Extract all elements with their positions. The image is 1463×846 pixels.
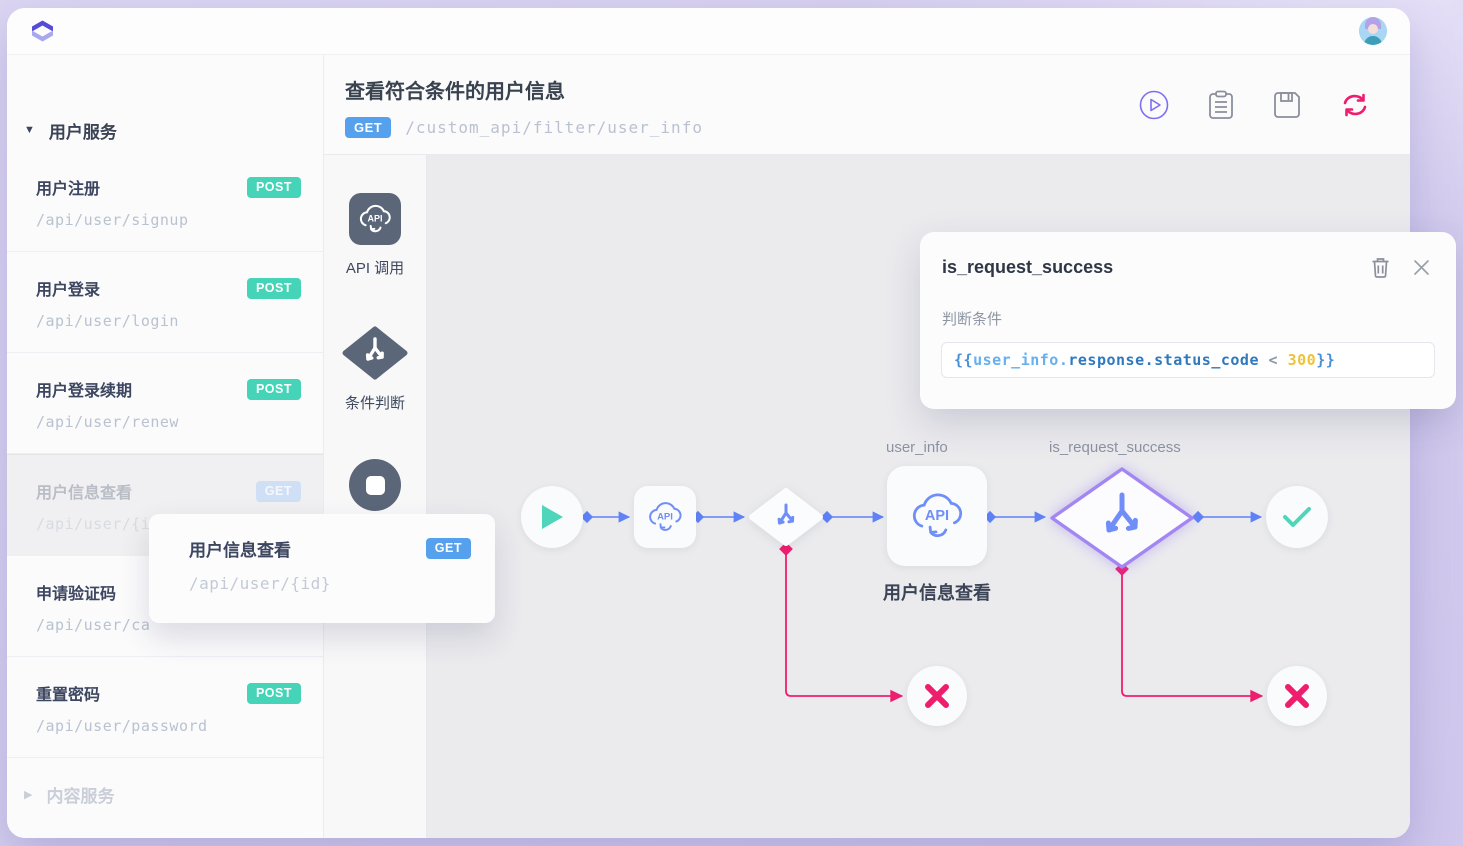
palette-condition-label: 条件判断 [345, 392, 405, 413]
item-path: /api/user/signup [36, 211, 301, 229]
branch-diamond-icon [342, 326, 408, 380]
x-icon [1284, 683, 1310, 709]
stop-square-icon [366, 476, 385, 495]
condition-label: 判断条件 [942, 308, 1002, 329]
api-node-ref-label: user_info [886, 439, 948, 456]
fail-end-node-1[interactable] [907, 666, 967, 726]
cloud-api-icon: API [645, 498, 685, 536]
endpoint-path: /custom_api/filter/user_info [405, 118, 703, 137]
item-title: 用户登录 [36, 276, 100, 300]
sidebar-item-login[interactable]: 用户登录 POST /api/user/login [7, 252, 323, 353]
ghost-title: 用户信息查看 [189, 536, 291, 561]
floppy-disk-icon [1273, 91, 1301, 119]
api-sidebar: ▼ 用户服务 用户注册 POST /api/user/signup 用户登录 P… [7, 55, 324, 838]
item-title: 用户注册 [36, 175, 100, 199]
refresh-icon [1340, 92, 1370, 118]
fail-end-node-2[interactable] [1267, 666, 1327, 726]
is-request-success-node[interactable] [1048, 465, 1196, 576]
edge-condition1-fail [786, 549, 902, 696]
x-icon [924, 683, 950, 709]
close-icon [1413, 259, 1430, 276]
ghost-path: /api/user/{id} [189, 574, 471, 593]
ghost-method-badge: GET [426, 538, 471, 559]
api-node-title: 用户信息查看 [847, 579, 1027, 605]
method-badge: POST [247, 379, 301, 400]
top-bar [7, 8, 1410, 55]
cloud-api-icon: API [906, 487, 968, 545]
palette-api-call-label: API 调用 [346, 257, 404, 278]
endpoint-header: 查看符合条件的用户信息 GET /custom_api/filter/user_… [324, 55, 1410, 155]
method-badge: POST [247, 278, 301, 299]
sidebar-item-signup[interactable]: 用户注册 POST /api/user/signup [7, 151, 323, 252]
item-title: 用户登录续期 [36, 377, 132, 401]
header-actions [1139, 55, 1370, 155]
close-popover-button[interactable] [1413, 257, 1430, 278]
trash-icon [1371, 257, 1390, 278]
user-info-api-node[interactable]: API [887, 466, 987, 566]
node-palette: API API 调用 条件判断 [324, 155, 427, 838]
item-title: 用户信息查看 [36, 479, 132, 503]
check-icon [1282, 505, 1312, 529]
diamond-shape [748, 487, 824, 547]
delete-node-button[interactable] [1371, 257, 1390, 278]
palette-stop-tool[interactable] [349, 459, 401, 511]
app-window: ▼ 用户服务 用户注册 POST /api/user/signup 用户登录 P… [7, 8, 1410, 838]
save-button[interactable] [1273, 91, 1301, 119]
palette-condition-tool[interactable] [342, 326, 408, 380]
edge-condition2-fail [1122, 569, 1262, 696]
condition-node-ref-label: is_request_success [1049, 439, 1181, 456]
user-avatar[interactable] [1359, 17, 1387, 45]
play-icon [539, 503, 565, 531]
caret-down-icon: ▼ [24, 124, 35, 136]
caret-right-icon: ▶ [24, 788, 32, 801]
condition-node[interactable] [748, 487, 824, 552]
app-logo-icon[interactable] [29, 18, 56, 44]
sidebar-item-renew[interactable]: 用户登录续期 POST /api/user/renew [7, 353, 323, 454]
condition-popover: is_request_success 判断条件 {{user_info.resp… [920, 232, 1456, 409]
method-badge: POST [247, 683, 301, 704]
token-open: {{ [954, 351, 973, 369]
item-title: 重置密码 [36, 681, 100, 705]
sidebar-item-password[interactable]: 重置密码 POST /api/user/password [7, 657, 323, 758]
item-path: /api/user/password [36, 717, 301, 735]
item-path: /api/user/renew [36, 413, 301, 431]
token-path: response.status_code [1068, 351, 1259, 369]
svg-text:API: API [925, 508, 949, 524]
section-label: 内容服务 [46, 782, 114, 807]
token-value: 300 [1288, 351, 1317, 369]
success-end-node[interactable] [1266, 486, 1328, 548]
condition-expression-input[interactable]: {{user_info.response.status_code < 300}} [941, 342, 1435, 378]
main-area: 查看符合条件的用户信息 GET /custom_api/filter/user_… [324, 55, 1410, 838]
sync-button[interactable] [1340, 92, 1370, 118]
section-label: 用户服务 [49, 118, 117, 143]
drag-ghost-card[interactable]: 用户信息查看 GET /api/user/{id} [149, 514, 495, 623]
sidebar-section-user-service[interactable]: ▼ 用户服务 [7, 117, 323, 143]
svg-text:API: API [367, 213, 382, 223]
token-operator: < [1259, 351, 1288, 369]
cloud-api-icon: API [356, 201, 394, 237]
sidebar-section-content-service[interactable]: ▶ 内容服务 [7, 782, 323, 807]
popover-title: is_request_success [942, 257, 1113, 278]
api-call-node[interactable]: API [634, 486, 696, 548]
run-button[interactable] [1139, 90, 1169, 120]
item-path: /api/user/login [36, 312, 301, 330]
start-node[interactable] [521, 486, 583, 548]
method-badge: POST [247, 177, 301, 198]
token-close: }} [1316, 351, 1335, 369]
token-variable: user_info. [973, 351, 1068, 369]
avatar-person-icon [1359, 17, 1387, 45]
method-badge: GET [345, 117, 391, 138]
method-badge: GET [256, 481, 301, 502]
clipboard-icon [1208, 90, 1234, 120]
copy-button[interactable] [1208, 90, 1234, 120]
palette-api-call-tool[interactable]: API [349, 193, 401, 245]
play-circle-icon [1139, 90, 1169, 120]
item-title: 申请验证码 [36, 580, 116, 604]
diamond-shape-selected [1048, 465, 1196, 571]
svg-text:API: API [657, 511, 673, 522]
